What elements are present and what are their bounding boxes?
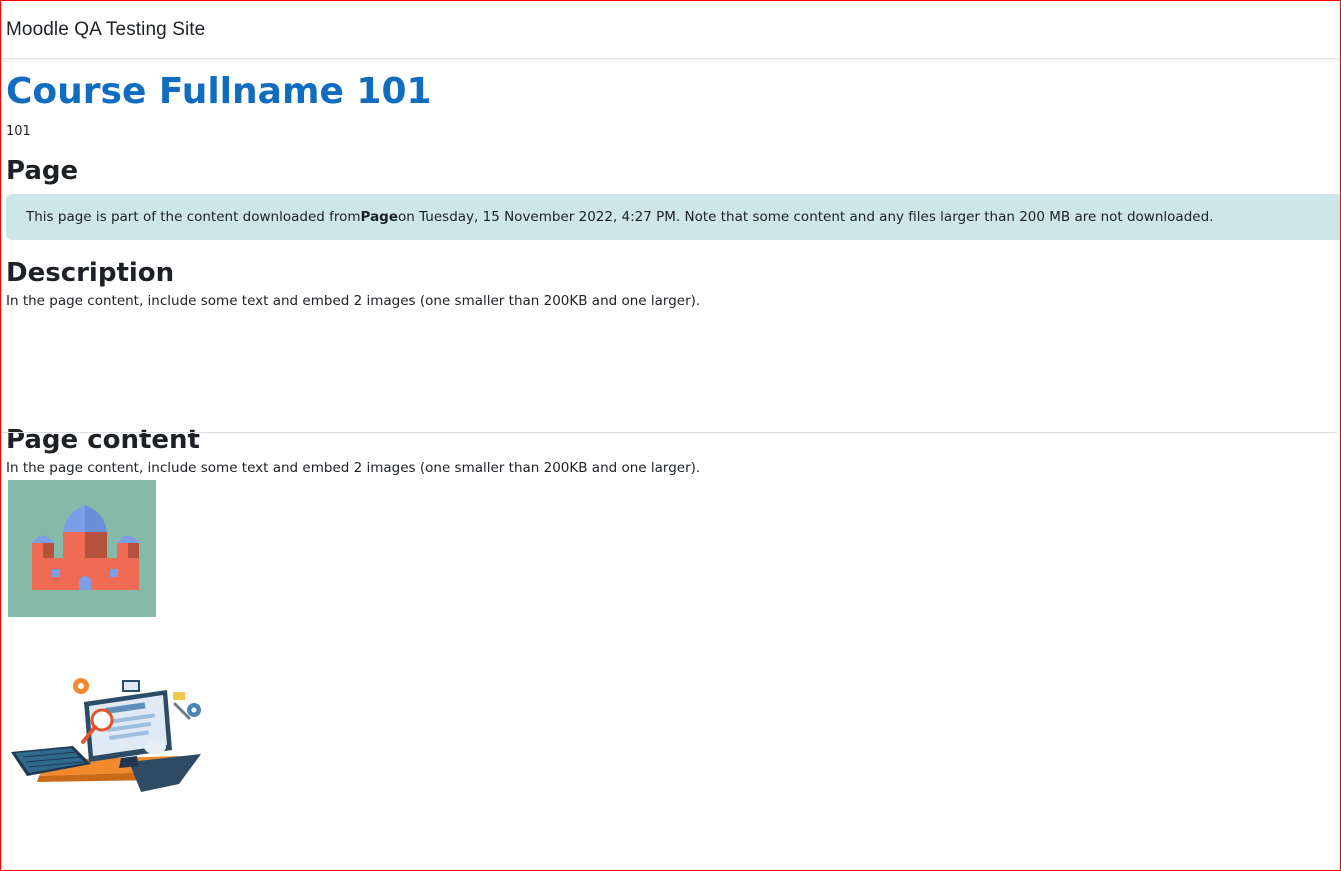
page-content-heading: Page content <box>6 425 200 455</box>
page-content-text: In the page content, include some text a… <box>6 460 701 476</box>
main-content: Course Fullname 101 101 Page This page i… <box>1 71 1340 797</box>
mosque-image <box>8 480 156 617</box>
page-title: Page <box>6 156 79 186</box>
computer-workstation-image <box>11 678 201 792</box>
description-heading: Description <box>6 258 175 288</box>
course-title[interactable]: Course Fullname 101 <box>6 71 1340 113</box>
download-notice: This page is part of the content downloa… <box>6 194 1340 240</box>
navbar: Moodle QA Testing Site <box>1 1 1340 59</box>
notice-prefix: This page is part of the content downloa… <box>26 209 361 225</box>
section-divider <box>1 432 1337 433</box>
site-name[interactable]: Moodle QA Testing Site <box>6 19 205 41</box>
browser-frame: Moodle QA Testing Site Course Fullname 1… <box>0 0 1341 871</box>
course-shortname: 101 <box>6 124 31 139</box>
description-text: In the page content, include some text a… <box>6 293 701 309</box>
notice-suffix: on Tuesday, 15 November 2022, 4:27 PM. N… <box>398 209 1214 225</box>
notice-link[interactable]: Page <box>361 209 398 225</box>
